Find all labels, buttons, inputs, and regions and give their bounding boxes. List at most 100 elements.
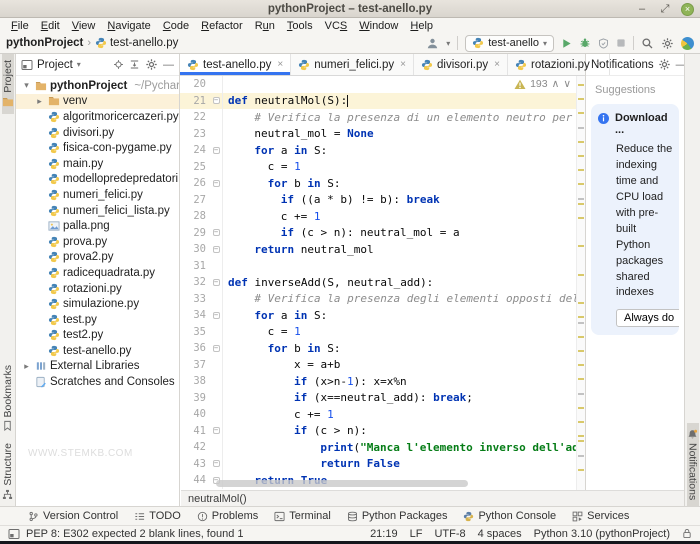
tree-expand-icon[interactable]: ▸ [21,361,32,372]
fold-icon[interactable]: − [212,311,220,319]
tab-rotazioni-py[interactable]: rotazioni.py × [508,54,610,75]
menu-vcs[interactable]: VCS [320,20,353,32]
project-panel-title[interactable]: Project [37,59,73,71]
project-view-dropdown-icon[interactable]: ▾ [77,60,81,69]
tab-close-icon[interactable]: × [596,59,602,70]
code-line-31[interactable]: 31 [180,257,585,274]
toolwindow-version-control[interactable]: Version Control [28,510,118,522]
tree-item-divisori-py[interactable]: divisori.py [16,125,179,141]
search-everywhere-icon[interactable] [641,37,654,50]
code-line-39[interactable]: 39 if (x==neutral_add): break; [180,389,585,406]
fold-icon[interactable]: − [212,460,220,468]
code-line-35[interactable]: 35 c = 1 [180,323,585,340]
panel-options-gear-icon[interactable] [145,58,158,71]
code-line-42[interactable]: 42 print("Manca l'elemento inverso dell'a… [180,439,585,456]
run-configuration-select[interactable]: test-anello ▾ [465,34,554,52]
fold-icon[interactable]: − [212,97,220,105]
fold-icon[interactable]: − [212,278,220,286]
stop-button[interactable] [616,38,626,48]
collapse-all-icon[interactable] [129,59,140,70]
tree-collapse-icon[interactable]: ▾ [21,80,32,91]
code-line-22[interactable]: 22 # Verifica la presenza di un elemento … [180,109,585,126]
code-line-41[interactable]: 41− if (c > n): [180,422,585,439]
tree-item-prova-py[interactable]: prova.py [16,234,179,250]
status-message[interactable]: PEP 8: E302 expected 2 blank lines, foun… [26,528,244,540]
tree-item-test-py[interactable]: test.py [16,312,179,328]
breadcrumb-function[interactable]: neutralMol() [188,493,247,505]
menu-tools[interactable]: Tools [282,20,318,32]
locate-file-icon[interactable] [113,59,124,70]
next-warning-icon[interactable]: ∨ [563,78,571,90]
fold-icon[interactable]: − [212,229,220,237]
toolwindow-python-console[interactable]: Python Console [463,510,556,522]
debug-button[interactable] [579,37,591,49]
code-line-37[interactable]: 37 x = a+b [180,356,585,373]
code-editor[interactable]: 20 21− def neutralMol(S): 22 # Verifica la p… [180,76,585,490]
toolwindow-python-packages[interactable]: Python Packages [347,510,447,522]
menu-refactor[interactable]: Refactor [196,20,248,32]
hide-panel-icon[interactable]: — [163,59,174,71]
code-line-23[interactable]: 23 neutral_mol = None [180,125,585,142]
settings-gear-icon[interactable] [661,37,674,50]
tab-close-icon[interactable]: × [494,59,500,70]
tab-test-anello-py[interactable]: test-anello.py × [180,54,292,75]
code-line-25[interactable]: 25 c = 1 [180,158,585,175]
status-encoding[interactable]: UTF-8 [434,528,465,540]
tree-item-numeri-felici-lista-py[interactable]: numeri_felici_lista.py [16,203,179,219]
fold-icon[interactable]: − [212,245,220,253]
tree-item-palla-png[interactable]: palla.png [16,218,179,234]
tree-item-external-libraries[interactable]: ▸ External Libraries [16,359,179,375]
status-indent-style[interactable]: 4 spaces [478,528,522,540]
inspection-widget[interactable]: 193 ∧ ∨ [512,78,573,90]
fold-icon[interactable]: − [212,146,220,154]
menu-file[interactable]: File [6,20,34,32]
tree-item-numeri-felici-py[interactable]: numeri_felici.py [16,187,179,203]
menu-run[interactable]: Run [250,20,280,32]
tree-item-simulazione-py[interactable]: simulazione.py [16,296,179,312]
status-line-ending[interactable]: LF [410,528,423,540]
tab-divisori-py[interactable]: divisori.py × [414,54,508,75]
tab-close-icon[interactable]: × [277,59,283,70]
code-line-24[interactable]: 24− for a in S: [180,142,585,159]
notifications-gear-icon[interactable] [658,58,671,71]
toolwindow-services[interactable]: Services [572,510,629,522]
restore-button[interactable]: ⤢ [658,2,672,16]
tree-item-fisica-con-pygame-py[interactable]: fisica-con-pygame.py [16,140,179,156]
fold-icon[interactable]: − [212,344,220,352]
user-profile-icon[interactable] [426,37,439,50]
code-line-21[interactable]: 21− def neutralMol(S): [180,92,585,109]
stripe-item-bookmarks[interactable]: Bookmarks [2,359,14,438]
code-line-33[interactable]: 33 # Verifica la presenza degli elementi … [180,290,585,307]
code-line-36[interactable]: 36− for b in S: [180,340,585,357]
menu-window[interactable]: Window [354,20,403,32]
tree-item-test-anello-py[interactable]: test-anello.py [16,343,179,359]
toolwindow-todo[interactable]: TODO [134,510,181,522]
status-interpreter[interactable]: Python 3.10 (pythonProject) [534,528,670,540]
code-line-34[interactable]: 34− for a in S: [180,307,585,324]
prev-warning-icon[interactable]: ∧ [552,78,560,90]
horizontal-scrollbar[interactable] [216,480,468,487]
tree-item-pythonproject[interactable]: ▾ pythonProject ~/PycharmProje [16,78,179,94]
toolwindow-terminal[interactable]: Terminal [274,510,331,522]
tree-item-test2-py[interactable]: test2.py [16,328,179,344]
fold-icon[interactable]: − [212,179,220,187]
code-line-27[interactable]: 27 if ((a * b) != b): break [180,191,585,208]
toolwindow-toggle-icon[interactable] [8,528,20,540]
tree-item-main-py[interactable]: main.py [16,156,179,172]
breadcrumb-project[interactable]: pythonProject [6,37,83,49]
breadcrumb-file[interactable]: test-anello.py [95,37,178,49]
minimize-button[interactable]: – [635,2,649,16]
tree-item-modellopredepredatori-py[interactable]: modellopredepredatori.py [16,172,179,188]
stripe-item-structure[interactable]: Structure [2,437,14,506]
tree-item-prova2-py[interactable]: prova2.py [16,250,179,266]
code-line-29[interactable]: 29− if (c > n): neutral_mol = a [180,224,585,241]
run-button[interactable] [561,38,572,49]
menu-view[interactable]: View [67,20,101,32]
fold-icon[interactable]: − [212,427,220,435]
tree-item-rotazioni-py[interactable]: rotazioni.py [16,281,179,297]
code-line-32[interactable]: 32− def inverseAdd(S, neutral_add): [180,274,585,291]
menu-code[interactable]: Code [158,20,194,32]
stripe-item-project[interactable]: Project [1,54,14,114]
user-dropdown-icon[interactable]: ▾ [446,39,450,48]
tab-close-icon[interactable]: × [400,59,406,70]
